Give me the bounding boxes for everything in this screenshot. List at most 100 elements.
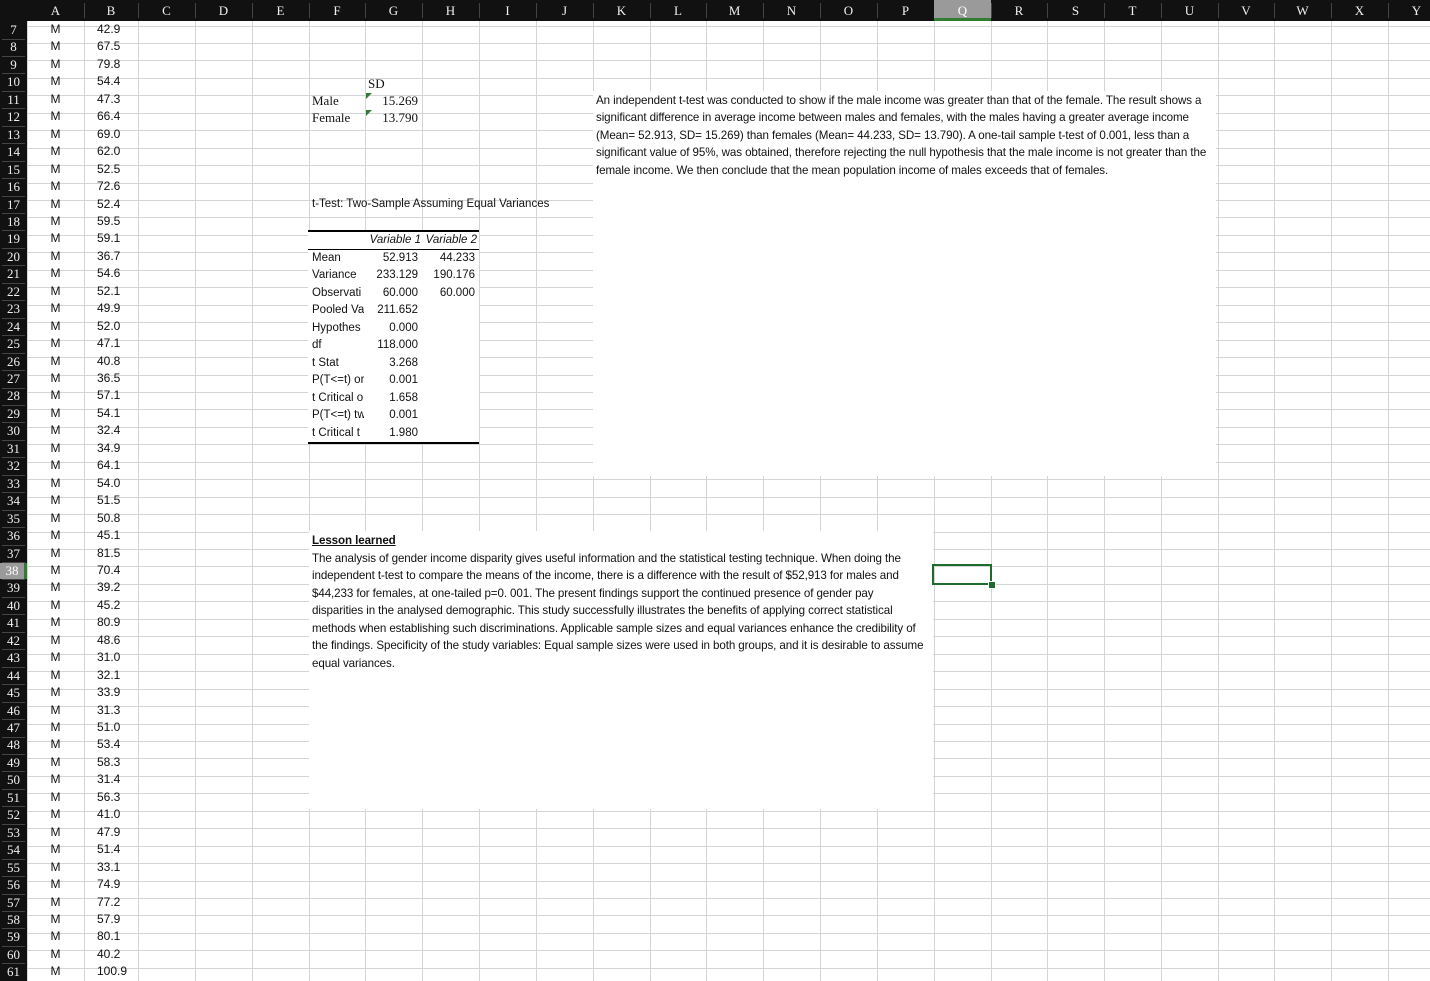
- row-header-54[interactable]: 54: [0, 842, 27, 858]
- row-header-37[interactable]: 37: [0, 546, 27, 562]
- cell-a[interactable]: M: [27, 319, 84, 333]
- sd-value-male[interactable]: 15.269: [366, 93, 418, 109]
- cell-a[interactable]: M: [27, 511, 84, 525]
- column-header-r[interactable]: R: [991, 0, 1047, 21]
- sd-label-female[interactable]: Female: [312, 110, 350, 126]
- cell-a[interactable]: M: [27, 895, 84, 909]
- ttest-row-label[interactable]: Pooled Va: [312, 304, 364, 316]
- cell-b[interactable]: 53.4: [97, 737, 120, 751]
- row-header-18[interactable]: 18: [0, 214, 27, 230]
- fill-handle[interactable]: [988, 581, 996, 589]
- cell-a[interactable]: M: [27, 668, 84, 682]
- cell-b[interactable]: 70.4: [97, 563, 120, 577]
- row-header-55[interactable]: 55: [0, 860, 27, 876]
- cell-b[interactable]: 52.5: [97, 162, 120, 176]
- row-header-59[interactable]: 59: [0, 929, 27, 945]
- cell-b[interactable]: 74.9: [97, 877, 120, 891]
- cell-a[interactable]: M: [27, 807, 84, 821]
- cell-b[interactable]: 32.4: [97, 423, 120, 437]
- cell-b[interactable]: 100.9: [97, 964, 127, 978]
- cell-b[interactable]: 57.1: [97, 388, 120, 402]
- cell-a[interactable]: M: [27, 476, 84, 490]
- ttest-row-v1[interactable]: 60.000: [366, 287, 418, 299]
- cell-a[interactable]: M: [27, 284, 84, 298]
- cell-b[interactable]: 51.4: [97, 842, 120, 856]
- cell-b[interactable]: 51.5: [97, 493, 120, 507]
- cell-a[interactable]: M: [27, 249, 84, 263]
- ttest-row-label[interactable]: t Stat: [312, 357, 364, 369]
- ttest-row-v1[interactable]: 52.913: [366, 252, 418, 264]
- ttest-row-label[interactable]: Observati: [312, 287, 364, 299]
- cell-a[interactable]: M: [27, 179, 84, 193]
- row-header-14[interactable]: 14: [0, 144, 27, 160]
- row-header-19[interactable]: 19: [0, 231, 27, 247]
- cell-a[interactable]: M: [27, 825, 84, 839]
- ttest-row-v2[interactable]: 44.233: [421, 252, 475, 264]
- cell-a[interactable]: M: [27, 842, 84, 856]
- cell-b[interactable]: 45.2: [97, 598, 120, 612]
- row-header-30[interactable]: 30: [0, 423, 27, 439]
- column-header-i[interactable]: I: [479, 0, 536, 21]
- cell-b[interactable]: 79.8: [97, 57, 120, 71]
- cell-a[interactable]: M: [27, 388, 84, 402]
- cell-b[interactable]: 34.9: [97, 441, 120, 455]
- row-header-53[interactable]: 53: [0, 825, 27, 841]
- ttest-row-v1[interactable]: 233.129: [366, 269, 418, 281]
- cell-b[interactable]: 33.1: [97, 860, 120, 874]
- cell-a[interactable]: M: [27, 790, 84, 804]
- row-header-36[interactable]: 36: [0, 528, 27, 544]
- cell-b[interactable]: 59.5: [97, 214, 120, 228]
- ttest-row-v1[interactable]: 3.268: [366, 357, 418, 369]
- row-header-42[interactable]: 42: [0, 633, 27, 649]
- cell-a[interactable]: M: [27, 39, 84, 53]
- cell-b[interactable]: 52.1: [97, 284, 120, 298]
- row-header-13[interactable]: 13: [0, 127, 27, 143]
- row-header-57[interactable]: 57: [0, 895, 27, 911]
- cell-a[interactable]: M: [27, 231, 84, 245]
- cell-a[interactable]: M: [27, 772, 84, 786]
- row-header-29[interactable]: 29: [0, 406, 27, 422]
- cell-b[interactable]: 47.3: [97, 92, 120, 106]
- cell-a[interactable]: M: [27, 127, 84, 141]
- cell-b[interactable]: 36.7: [97, 249, 120, 263]
- cell-b[interactable]: 80.1: [97, 929, 120, 943]
- row-header-31[interactable]: 31: [0, 441, 27, 457]
- row-header-17[interactable]: 17: [0, 197, 27, 213]
- column-header-s[interactable]: S: [1047, 0, 1104, 21]
- row-header-48[interactable]: 48: [0, 737, 27, 753]
- row-header-60[interactable]: 60: [0, 947, 27, 963]
- column-header-y[interactable]: Y: [1388, 0, 1430, 21]
- row-header-27[interactable]: 27: [0, 371, 27, 387]
- cell-a[interactable]: M: [27, 493, 84, 507]
- ttest-row-v2[interactable]: 60.000: [421, 287, 475, 299]
- ttest-row-label[interactable]: Variance: [312, 269, 364, 281]
- cell-b[interactable]: 42.9: [97, 22, 120, 36]
- cell-b[interactable]: 40.8: [97, 354, 120, 368]
- row-header-58[interactable]: 58: [0, 912, 27, 928]
- cell-b[interactable]: 57.9: [97, 912, 120, 926]
- cell-a[interactable]: M: [27, 737, 84, 751]
- ttest-row-v1[interactable]: 211.652: [366, 304, 418, 316]
- row-header-24[interactable]: 24: [0, 319, 27, 335]
- cell-b[interactable]: 39.2: [97, 580, 120, 594]
- sd-value-female[interactable]: 13.790: [366, 110, 418, 126]
- row-header-44[interactable]: 44: [0, 668, 27, 684]
- cell-a[interactable]: M: [27, 162, 84, 176]
- cell-a[interactable]: M: [27, 912, 84, 926]
- cell-b[interactable]: 36.5: [97, 371, 120, 385]
- column-header-w[interactable]: W: [1274, 0, 1331, 21]
- cell-a[interactable]: M: [27, 528, 84, 542]
- column-header-u[interactable]: U: [1161, 0, 1218, 21]
- column-header-b[interactable]: B: [84, 0, 138, 21]
- row-header-26[interactable]: 26: [0, 354, 27, 370]
- cell-a[interactable]: M: [27, 266, 84, 280]
- cell-b[interactable]: 45.1: [97, 528, 120, 542]
- row-header-20[interactable]: 20: [0, 249, 27, 265]
- cell-a[interactable]: M: [27, 615, 84, 629]
- column-header-e[interactable]: E: [252, 0, 309, 21]
- ttest-title[interactable]: t-Test: Two-Sample Assuming Equal Varian…: [312, 198, 549, 210]
- row-header-45[interactable]: 45: [0, 685, 27, 701]
- cell-b[interactable]: 54.0: [97, 476, 120, 490]
- row-header-16[interactable]: 16: [0, 179, 27, 195]
- cell-b[interactable]: 52.0: [97, 319, 120, 333]
